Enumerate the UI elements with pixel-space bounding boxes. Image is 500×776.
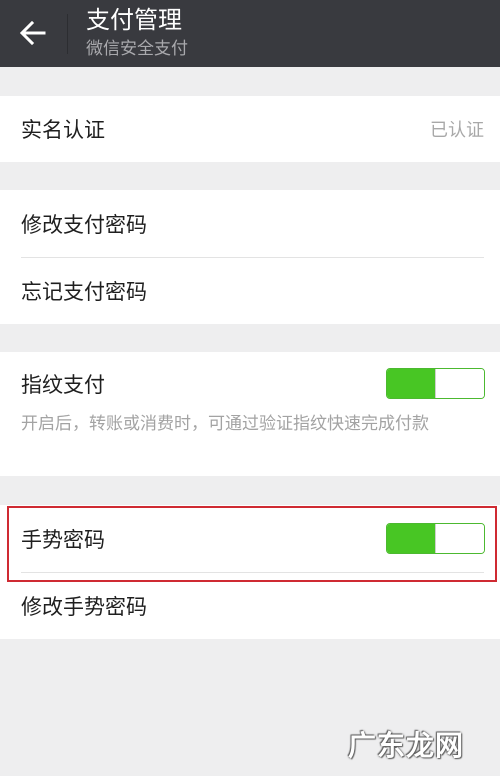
highlight-box bbox=[7, 506, 497, 582]
watermark-logo: 广东龙网 bbox=[347, 729, 464, 762]
header-divider bbox=[67, 14, 68, 54]
change-password-label: 修改支付密码 bbox=[21, 212, 147, 237]
realname-row[interactable]: 实名认证 已认证 bbox=[0, 96, 500, 162]
fingerprint-label: 指纹支付 bbox=[21, 373, 105, 397]
password-group: 修改支付密码 忘记支付密码 bbox=[0, 190, 500, 324]
fingerprint-row: 指纹支付 bbox=[0, 352, 500, 416]
arrow-left-icon bbox=[20, 21, 46, 45]
realname-status: 已认证 bbox=[430, 120, 484, 141]
toggle-on-fill bbox=[387, 369, 436, 398]
fingerprint-toggle[interactable] bbox=[386, 368, 485, 399]
page-subtitle: 微信安全支付 bbox=[86, 39, 188, 59]
toggle-knob bbox=[435, 369, 484, 398]
change-gesture-row[interactable]: 修改手势密码 bbox=[0, 572, 500, 639]
realname-label: 实名认证 bbox=[21, 118, 105, 142]
back-button[interactable] bbox=[8, 10, 58, 56]
realname-group: 实名认证 已认证 bbox=[0, 96, 500, 162]
change-gesture-label: 修改手势密码 bbox=[21, 594, 147, 619]
fingerprint-description: 开启后，转账或消费时，可通过验证指纹快速完成付款 bbox=[21, 414, 429, 434]
top-bar: 支付管理 微信安全支付 bbox=[0, 0, 500, 67]
page-title: 支付管理 bbox=[86, 6, 182, 34]
forgot-password-row[interactable]: 忘记支付密码 bbox=[0, 257, 500, 324]
change-password-row[interactable]: 修改支付密码 bbox=[0, 190, 500, 257]
forgot-password-label: 忘记支付密码 bbox=[21, 279, 147, 304]
